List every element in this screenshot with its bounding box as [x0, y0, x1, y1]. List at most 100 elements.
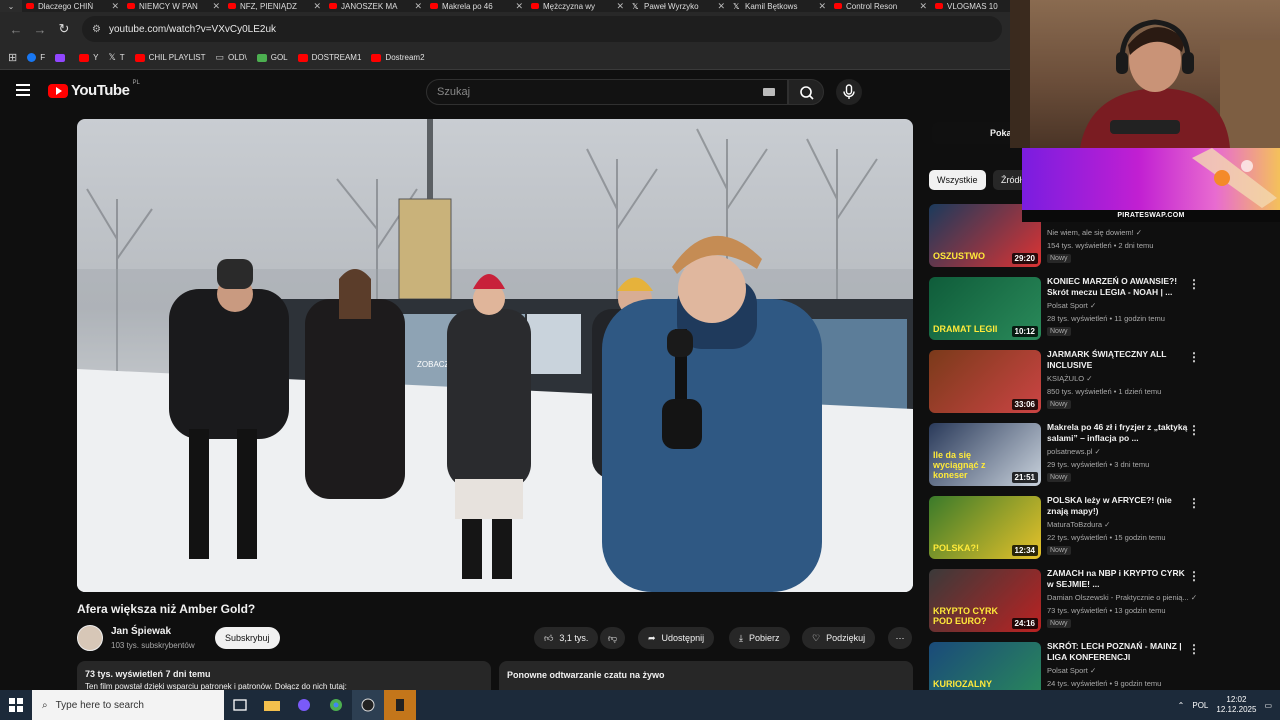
new-badge: Nowy — [1047, 546, 1071, 555]
close-tab-icon[interactable]: ✕ — [515, 1, 523, 12]
more-vertical-icon[interactable]: ⋮ — [1188, 277, 1200, 291]
tab-search-chevron-icon[interactable]: ⌄ — [0, 0, 22, 12]
video-duration: 33:06 — [1011, 399, 1038, 410]
gol-icon — [256, 53, 267, 62]
like-button[interactable]: 👍︎ 3,1 tys. — [534, 627, 599, 649]
chat-replay-label: Ponowne odtwarzanie czatu na żywo — [507, 670, 665, 680]
bookmark-item[interactable] — [55, 53, 69, 62]
thumbs-up-icon: 👍︎ — [544, 632, 554, 643]
video-thumbnail[interactable]: 33:06 — [929, 350, 1041, 413]
channel-avatar[interactable] — [77, 625, 103, 651]
recommended-meta: 154 tys. wyświetleń • 2 dni temu — [1047, 241, 1154, 250]
browser-app-icon[interactable] — [288, 690, 320, 720]
browser-tab[interactable]: NIEMCY W PAN ✕ — [123, 0, 224, 12]
close-tab-icon[interactable]: ✕ — [414, 1, 422, 12]
forward-arrow-icon[interactable]: → — [28, 22, 52, 37]
recommended-title[interactable]: KONIEC MARZEŃ O AWANSIE?! Skrót meczu LE… — [1047, 276, 1189, 298]
bookmark-item[interactable]: Dostream2 — [371, 53, 425, 62]
search-button[interactable] — [788, 79, 824, 105]
bookmark-item[interactable]: DOSTREAM1 — [297, 53, 361, 62]
tab-title: JANOSZEK MA — [341, 1, 398, 11]
bookmark-item[interactable]: F — [27, 53, 45, 62]
search-input[interactable]: Szukaj — [426, 79, 788, 105]
recommended-title[interactable]: POLSKA leży w AFRYCE?! (nie znają mapy!) — [1047, 495, 1189, 517]
obs-icon[interactable] — [352, 690, 384, 720]
recommended-video[interactable]: 33:06 JARMARK ŚWIĄTECZNY ALL INCLUSIVE KSI… — [929, 349, 1201, 416]
new-badge: Nowy — [1047, 400, 1071, 409]
browser-tab[interactable]: NFZ, PIENIĄDZ ✕ — [224, 0, 325, 12]
like-count: 3,1 tys. — [559, 633, 589, 643]
close-tab-icon[interactable]: ✕ — [111, 1, 119, 12]
recommended-video[interactable]: POLSKA?! 12:34 POLSKA leży w AFRYCE?! (nie… — [929, 495, 1201, 562]
bookmark-item[interactable]: Y — [79, 53, 98, 62]
youtube-logo[interactable]: YouTube PL — [48, 80, 140, 99]
chrome-icon[interactable] — [320, 690, 352, 720]
site-info-icon[interactable]: ⚙ — [92, 24, 101, 35]
close-tab-icon[interactable]: ✕ — [616, 1, 624, 12]
bookmark-item[interactable]: ▭ OLD\ — [216, 52, 247, 63]
recommended-video[interactable]: DRAMAT LEGII 10:12 KONIEC MARZEŃ O AWANSIE… — [929, 276, 1201, 343]
more-vertical-icon[interactable]: ⋮ — [1188, 569, 1200, 583]
browser-tab[interactable]: 𝕏 Kamil Bętkows ✕ — [729, 0, 830, 12]
new-badge: Nowy — [1047, 327, 1071, 336]
close-tab-icon[interactable]: ✕ — [818, 1, 826, 12]
bookmark-item[interactable]: 𝕏T — [108, 52, 124, 63]
browser-tab[interactable]: Control Reson ✕ — [830, 0, 931, 12]
notification-icon[interactable]: ▭ — [1264, 701, 1272, 710]
browser-tab[interactable]: Makrela po 46 ✕ — [426, 0, 527, 12]
more-vertical-icon[interactable]: ⋮ — [1188, 423, 1200, 437]
close-tab-icon[interactable]: ✕ — [313, 1, 321, 12]
download-button[interactable]: ⤓ Pobierz — [729, 627, 790, 649]
thanks-label: Podziękuj — [826, 633, 866, 643]
language-indicator[interactable]: POL — [1192, 701, 1208, 710]
video-thumbnail[interactable]: KRYPTO CYRK POD EURO? 24:16 — [929, 569, 1041, 632]
bookmark-item[interactable]: GOL — [256, 53, 288, 62]
channel-name[interactable]: Jan Śpiewak — [111, 626, 171, 637]
recommended-video[interactable]: KRYPTO CYRK POD EURO? 24:16 ZAMACH na NBP … — [929, 568, 1201, 635]
tab-title: Paweł Wyrzyko — [644, 1, 699, 11]
close-tab-icon[interactable]: ✕ — [212, 1, 220, 12]
video-player[interactable]: ZOBACZ I ZAMIE — [77, 119, 913, 592]
more-vertical-icon[interactable]: ⋮ — [1188, 642, 1200, 656]
voice-search-button[interactable] — [836, 79, 862, 105]
task-view-icon[interactable] — [224, 690, 256, 720]
clock[interactable]: 12:02 12.12.2025 — [1216, 695, 1256, 715]
share-button[interactable]: ➦ Udostępnij — [638, 627, 715, 649]
address-bar[interactable]: ⚙ youtube.com/watch?v=VXvCy0LE2uk — [82, 16, 1002, 42]
windows-start-icon[interactable] — [0, 690, 32, 720]
more-vertical-icon[interactable]: ⋮ — [1188, 350, 1200, 364]
recommended-title[interactable]: SKRÓT: LECH POZNAŃ - MAINZ | LIGA KONFER… — [1047, 641, 1189, 663]
menu-icon[interactable] — [16, 84, 30, 96]
bookmark-item[interactable]: CHIL PLAYLIST — [134, 53, 206, 62]
recommended-title[interactable]: Makrela po 46 zł i fryzjer z „taktyką sa… — [1047, 422, 1189, 444]
subscribe-button[interactable]: Subskrybuj — [215, 627, 280, 649]
apps-grid-icon[interactable]: ⊞ — [8, 51, 17, 64]
more-actions-button[interactable]: ⋯ — [888, 627, 912, 649]
recommended-title[interactable]: JARMARK ŚWIĄTECZNY ALL INCLUSIVE — [1047, 349, 1189, 371]
tab-title: VLOGMAS 10 — [947, 1, 998, 11]
close-tab-icon[interactable]: ✕ — [919, 1, 927, 12]
more-vertical-icon[interactable]: ⋮ — [1188, 496, 1200, 510]
recommended-channel-name: Nie wiem, ale się dowiem! — [1047, 228, 1134, 237]
video-thumbnail[interactable]: DRAMAT LEGII 10:12 — [929, 277, 1041, 340]
app-icon-orange[interactable] — [384, 690, 416, 720]
recommended-video[interactable]: Ile da się wyciągnąć z koneser 21:51 Makre… — [929, 422, 1201, 489]
thanks-button[interactable]: ♡ Podziękuj — [802, 627, 876, 649]
close-tab-icon[interactable]: ✕ — [717, 1, 725, 12]
browser-tab[interactable]: 𝕏 Paweł Wyrzyko ✕ — [628, 0, 729, 12]
dislike-button[interactable]: 👎︎ — [600, 627, 626, 649]
tray-chevron-icon[interactable]: ⌃ — [1178, 701, 1185, 710]
recommended-title[interactable]: ZAMACH na NBP i KRYPTO CYRK w SEJMIE! ..… — [1047, 568, 1189, 590]
taskbar-search-input[interactable]: ⌕ Type here to search — [32, 690, 224, 720]
browser-tab[interactable]: JANOSZEK MA ✕ — [325, 0, 426, 12]
browser-tab[interactable]: Dlaczego CHIŃ ✕ — [22, 0, 123, 12]
video-thumbnail[interactable]: POLSKA?! 12:34 — [929, 496, 1041, 559]
back-arrow-icon[interactable]: ← — [4, 22, 28, 37]
reload-icon[interactable]: ↻ — [52, 21, 76, 37]
channel-row: Jan Śpiewak 103 tys. subskrybentów Subsk… — [77, 624, 913, 654]
file-explorer-icon[interactable] — [256, 690, 288, 720]
chip-all[interactable]: Wszystkie — [929, 170, 986, 190]
browser-tab[interactable]: Mężczyzna wy ✕ — [527, 0, 628, 12]
video-thumbnail[interactable]: Ile da się wyciągnąć z koneser 21:51 — [929, 423, 1041, 486]
keyboard-icon[interactable] — [763, 88, 775, 96]
